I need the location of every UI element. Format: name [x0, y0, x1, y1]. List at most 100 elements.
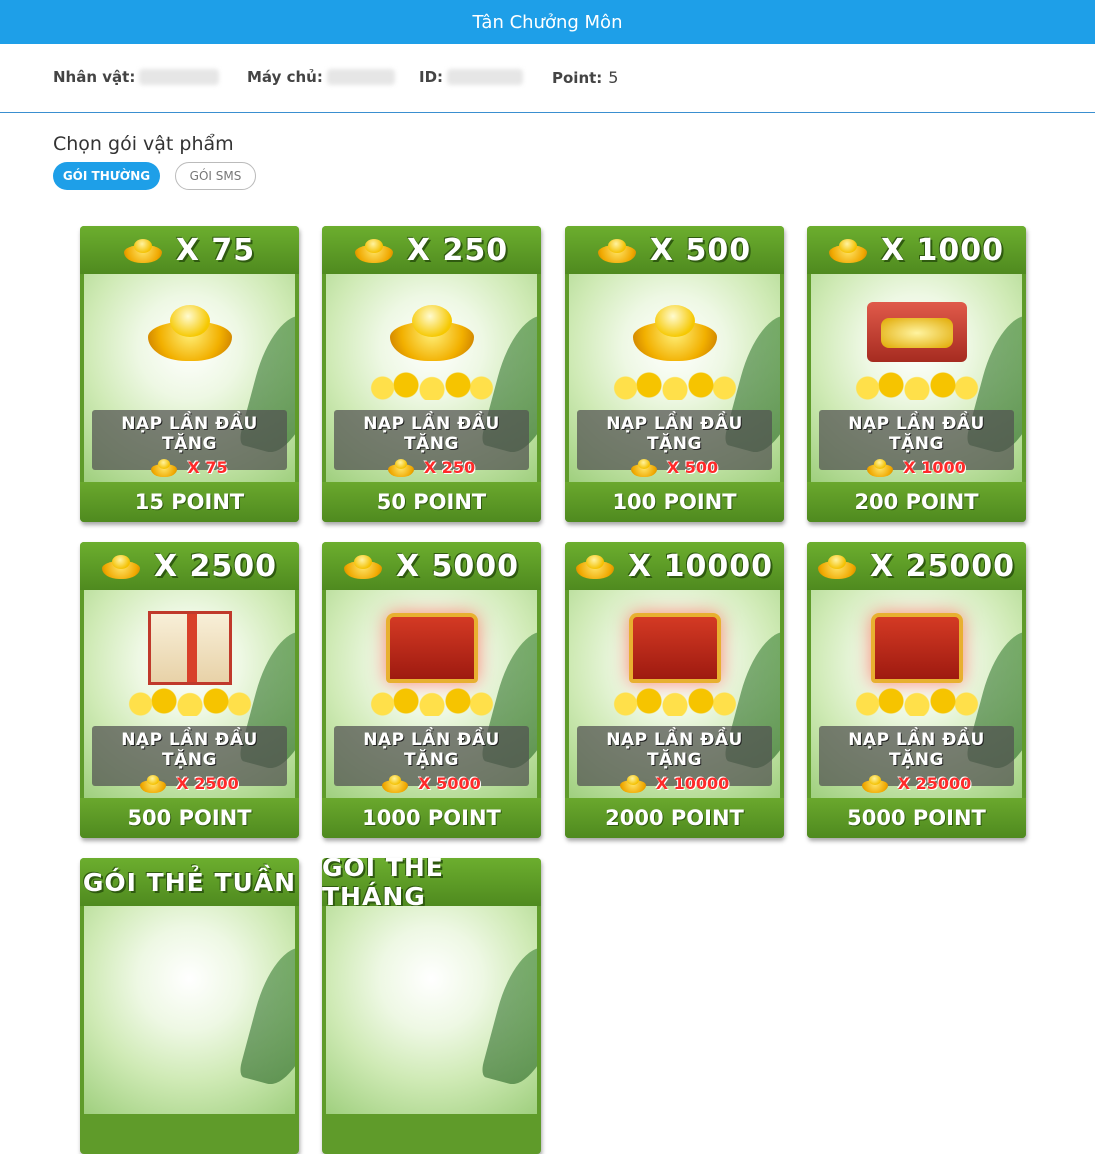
gold-ingot-icon	[828, 237, 867, 263]
package-amount-text: X 75	[175, 232, 256, 268]
ingot-pile-image	[124, 686, 255, 716]
promo-bonus: X 25000	[819, 774, 1014, 793]
gold-ingot-icon	[576, 553, 615, 579]
gold-ingot-icon	[343, 553, 382, 579]
package-amount: X 75	[80, 226, 299, 274]
package-image	[326, 906, 537, 1114]
top-bar: Tân Chưởng Môn	[0, 0, 1095, 44]
package-amount-text: X 25000	[870, 548, 1015, 584]
gold-ingot-icon	[382, 774, 409, 793]
section-title: Chọn gói vật phẩm	[53, 133, 234, 155]
package-image: NẠP LẦN ĐẦU TẶNG X 1000	[811, 274, 1022, 482]
account-info-bar: Nhân vật: Máy chủ: ID: Point: 5	[0, 44, 1095, 113]
promo-bonus-text: X 10000	[655, 774, 730, 793]
package-image: NẠP LẦN ĐẦU TẶNG X 250	[326, 274, 537, 482]
gold-ingot-icon	[861, 774, 888, 793]
page-title: Tân Chưởng Môn	[472, 11, 623, 33]
gold-ingot-image	[147, 303, 232, 361]
package-price: 15 POINT	[80, 482, 299, 522]
gift-box-image	[147, 611, 232, 685]
special-package-title: GÓI THẺ TUẦN	[80, 858, 299, 906]
point-label: Point:	[552, 68, 603, 87]
id-label: ID:	[419, 68, 444, 86]
character-name-redacted	[139, 69, 220, 85]
tab-sms-package[interactable]: GÓI SMS	[175, 162, 256, 190]
gold-ingot-icon	[123, 237, 162, 263]
ingot-pile-image	[609, 370, 740, 400]
package-amount-text: X 5000	[395, 548, 520, 584]
package-image: NẠP LẦN ĐẦU TẶNG X 500	[569, 274, 780, 482]
package-card[interactable]: X 75 NẠP LẦN ĐẦU TẶNG X 75 15 POINT	[80, 226, 299, 522]
promo-bonus-text: X 25000	[897, 774, 972, 793]
package-price: 50 POINT	[322, 482, 541, 522]
package-amount: X 10000	[565, 542, 784, 590]
promo-bonus: X 500	[577, 458, 772, 477]
package-card[interactable]: X 500 NẠP LẦN ĐẦU TẶNG X 500 100 POINT	[565, 226, 784, 522]
leaf-decoration	[237, 940, 295, 1092]
gold-ingot-icon	[818, 553, 857, 579]
treasure-chest-image	[870, 613, 963, 683]
promo-title: NẠP LẦN ĐẦU TẶNG	[606, 414, 743, 454]
promo-title: NẠP LẦN ĐẦU TẶNG	[363, 414, 500, 454]
gold-ingot-icon	[151, 458, 178, 477]
promo-title: NẠP LẦN ĐẦU TẶNG	[363, 730, 500, 770]
promo-title: NẠP LẦN ĐẦU TẶNG	[121, 730, 258, 770]
monthly-card-package[interactable]: GÓI THẺ THÁNG	[322, 858, 541, 1154]
tab-normal-package[interactable]: GÓI THƯỜNG	[53, 162, 160, 190]
gold-ingot-icon	[867, 458, 894, 477]
promo-bonus-text: X 2500	[176, 774, 239, 793]
promo-title: NẠP LẦN ĐẦU TẶNG	[606, 730, 743, 770]
package-price: 100 POINT	[565, 482, 784, 522]
package-amount-text: X 10000	[628, 548, 773, 584]
first-topup-promo: NẠP LẦN ĐẦU TẶNG X 1000	[819, 410, 1014, 477]
ingot-pile-image	[851, 370, 982, 400]
package-card[interactable]: X 1000 NẠP LẦN ĐẦU TẶNG X 1000 200 POINT	[807, 226, 1026, 522]
promo-bonus-text: X 1000	[903, 458, 966, 477]
promo-bonus: X 5000	[334, 774, 529, 793]
package-image: NẠP LẦN ĐẦU TẶNG X 5000	[326, 590, 537, 798]
treasure-chest-image	[385, 613, 478, 683]
point-info: Point: 5	[552, 68, 618, 87]
promo-bonus: X 2500	[92, 774, 287, 793]
first-topup-promo: NẠP LẦN ĐẦU TẶNG X 10000	[577, 726, 772, 793]
gold-ingot-icon	[354, 237, 393, 263]
promo-bonus-text: X 250	[423, 458, 476, 477]
weekly-card-package[interactable]: GÓI THẺ TUẦN	[80, 858, 299, 1154]
package-amount-text: X 2500	[153, 548, 278, 584]
promo-title: NẠP LẦN ĐẦU TẶNG	[848, 730, 985, 770]
character-label: Nhân vật:	[53, 68, 136, 86]
point-value: 5	[608, 68, 619, 87]
id-value-redacted	[447, 69, 524, 85]
special-package-title: GÓI THẺ THÁNG	[322, 858, 541, 911]
gold-ingot-pile-image	[389, 303, 474, 361]
promo-title: NẠP LẦN ĐẦU TẶNG	[121, 414, 258, 454]
server-label: Máy chủ:	[247, 68, 323, 86]
package-amount: X 25000	[807, 542, 1026, 590]
ingot-pile-image	[609, 686, 740, 716]
treasure-chest-image	[628, 613, 721, 683]
gold-ingot-icon	[140, 774, 167, 793]
package-card[interactable]: X 10000 NẠP LẦN ĐẦU TẶNG X 10000 2000 POINT	[565, 542, 784, 838]
promo-bonus-text: X 75	[187, 458, 228, 477]
package-image: NẠP LẦN ĐẦU TẶNG X 75	[84, 274, 295, 482]
gold-ingot-pile-image	[632, 303, 717, 361]
first-topup-promo: NẠP LẦN ĐẦU TẶNG X 25000	[819, 726, 1014, 793]
package-card[interactable]: X 2500 NẠP LẦN ĐẦU TẶNG X 2500 500 POINT	[80, 542, 299, 838]
ingot-pile-image	[366, 686, 497, 716]
package-amount-text: X 1000	[880, 232, 1005, 268]
package-card[interactable]: X 25000 NẠP LẦN ĐẦU TẶNG X 25000 5000 POINT	[807, 542, 1026, 838]
treasure-box-image	[866, 302, 967, 362]
gold-ingot-icon	[387, 458, 414, 477]
first-topup-promo: NẠP LẦN ĐẦU TẶNG X 75	[92, 410, 287, 477]
gold-ingot-icon	[630, 458, 657, 477]
package-card[interactable]: X 250 NẠP LẦN ĐẦU TẶNG X 250 50 POINT	[322, 226, 541, 522]
first-topup-promo: NẠP LẦN ĐẦU TẶNG X 500	[577, 410, 772, 477]
package-price: 200 POINT	[807, 482, 1026, 522]
package-amount: X 5000	[322, 542, 541, 590]
package-card[interactable]: X 5000 NẠP LẦN ĐẦU TẶNG X 5000 1000 POINT	[322, 542, 541, 838]
character-info: Nhân vật:	[53, 68, 220, 86]
promo-bonus: X 75	[92, 458, 287, 477]
first-topup-promo: NẠP LẦN ĐẦU TẶNG X 250	[334, 410, 529, 477]
gold-ingot-icon	[597, 237, 636, 263]
package-price: 1000 POINT	[322, 798, 541, 838]
